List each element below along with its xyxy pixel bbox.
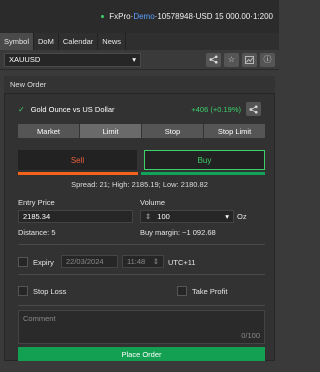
comment-field[interactable]: Comment 0/100 xyxy=(18,310,265,344)
buy-margin: Buy margin: ~1 092.68 xyxy=(140,228,216,237)
order-type-stop-limit[interactable]: Stop Limit xyxy=(204,124,265,138)
expiry-label: Expiry xyxy=(33,258,54,267)
stop-loss-label: Stop Loss xyxy=(33,287,67,296)
volume-select[interactable]: ⇕ 100 ▾ xyxy=(140,210,234,223)
chevron-down-icon: ▾ xyxy=(225,212,229,221)
share-icon[interactable] xyxy=(206,52,221,67)
entry-price-label: Entry Price xyxy=(18,198,55,207)
entry-price-input[interactable]: 2185.34 xyxy=(18,210,133,223)
chevron-up-down-icon: ⇕ xyxy=(145,212,152,221)
order-type-limit[interactable]: Limit xyxy=(80,124,142,138)
chevron-down-icon: ▾ xyxy=(132,55,136,64)
buy-button[interactable]: Buy xyxy=(144,150,265,170)
star-icon[interactable]: ☆ xyxy=(224,52,239,67)
symbol-toolbar: XAUUSD ▾ ☆ ⓘ xyxy=(0,50,279,70)
order-type-selector: Market Limit Stop Stop Limit xyxy=(18,124,265,138)
new-order-panel: ✓ Gold Ounce vs US Dollar +406 (+0.19%) … xyxy=(4,94,275,361)
divider xyxy=(18,244,265,245)
divider xyxy=(18,274,265,275)
comment-placeholder: Comment xyxy=(23,314,56,323)
divider xyxy=(18,305,265,306)
expiry-time-value: 11:48 xyxy=(127,257,146,266)
volume-label: Volume xyxy=(140,198,166,207)
take-profit-checkbox[interactable] xyxy=(177,286,187,296)
expiry-checkbox[interactable] xyxy=(18,257,28,267)
share-icon[interactable] xyxy=(246,102,261,116)
tab-symbol[interactable]: Symbol xyxy=(0,33,35,50)
place-order-button[interactable]: Place Order xyxy=(18,347,265,361)
sell-button[interactable]: Sell xyxy=(18,150,137,170)
account-bar: FxPro · Demo · 10578948 · USD 15 000.00 … xyxy=(0,0,279,33)
spread-info: Spread: 21; High: 2185.19; Low: 2180.82 xyxy=(71,180,208,189)
trade-direction: Sell Buy xyxy=(18,150,265,170)
tab-calendar[interactable]: Calendar xyxy=(59,33,99,50)
account-mode: Demo xyxy=(133,12,155,21)
info-icon[interactable]: ⓘ xyxy=(260,52,275,67)
connection-status-icon xyxy=(101,15,105,18)
comment-counter: 0/100 xyxy=(241,331,260,340)
expiry-date-input[interactable]: 22/03/2024 xyxy=(61,255,118,268)
volume-unit: Oz xyxy=(237,212,247,221)
chevron-up-down-icon: ⇕ xyxy=(152,257,159,266)
entry-price-value: 2185.34 xyxy=(23,212,51,221)
leverage: 1:200 xyxy=(252,12,273,21)
instrument-name: Gold Ounce vs US Dollar xyxy=(30,104,115,114)
sell-bar xyxy=(18,172,138,175)
expiry-date-value: 22/03/2024 xyxy=(66,257,104,266)
instrument-row: ✓ Gold Ounce vs US Dollar +406 (+0.19%) xyxy=(18,102,261,116)
check-icon: ✓ xyxy=(18,104,25,114)
expiry-timezone: UTC+11 xyxy=(168,258,196,267)
sentiment-bar xyxy=(18,172,265,175)
account-balance: USD 15 000.00 xyxy=(195,12,251,21)
app-name: FxPro xyxy=(109,12,131,21)
instrument-change: +406 (+0.19%) xyxy=(191,104,241,114)
chart-icon[interactable] xyxy=(242,52,257,67)
order-type-stop[interactable]: Stop xyxy=(142,124,204,138)
buy-bar xyxy=(141,172,265,175)
volume-value: 100 xyxy=(157,212,170,221)
tab-news[interactable]: News xyxy=(98,33,127,50)
account-number: 10578948 xyxy=(157,12,193,21)
symbol-select[interactable]: XAUUSD ▾ xyxy=(4,52,141,67)
order-type-market[interactable]: Market xyxy=(18,124,80,138)
take-profit-label: Take Profit xyxy=(192,287,228,296)
tab-dom[interactable]: DoM xyxy=(34,33,59,50)
distance-label: Distance: 5 xyxy=(18,228,56,237)
stop-loss-checkbox[interactable] xyxy=(18,286,28,296)
panel-title: New Order xyxy=(4,76,275,94)
expiry-time-input[interactable]: 11:48 ⇕ xyxy=(122,255,164,268)
tab-bar: Symbol DoM Calendar News xyxy=(0,33,279,50)
symbol-value: XAUUSD xyxy=(9,55,41,64)
